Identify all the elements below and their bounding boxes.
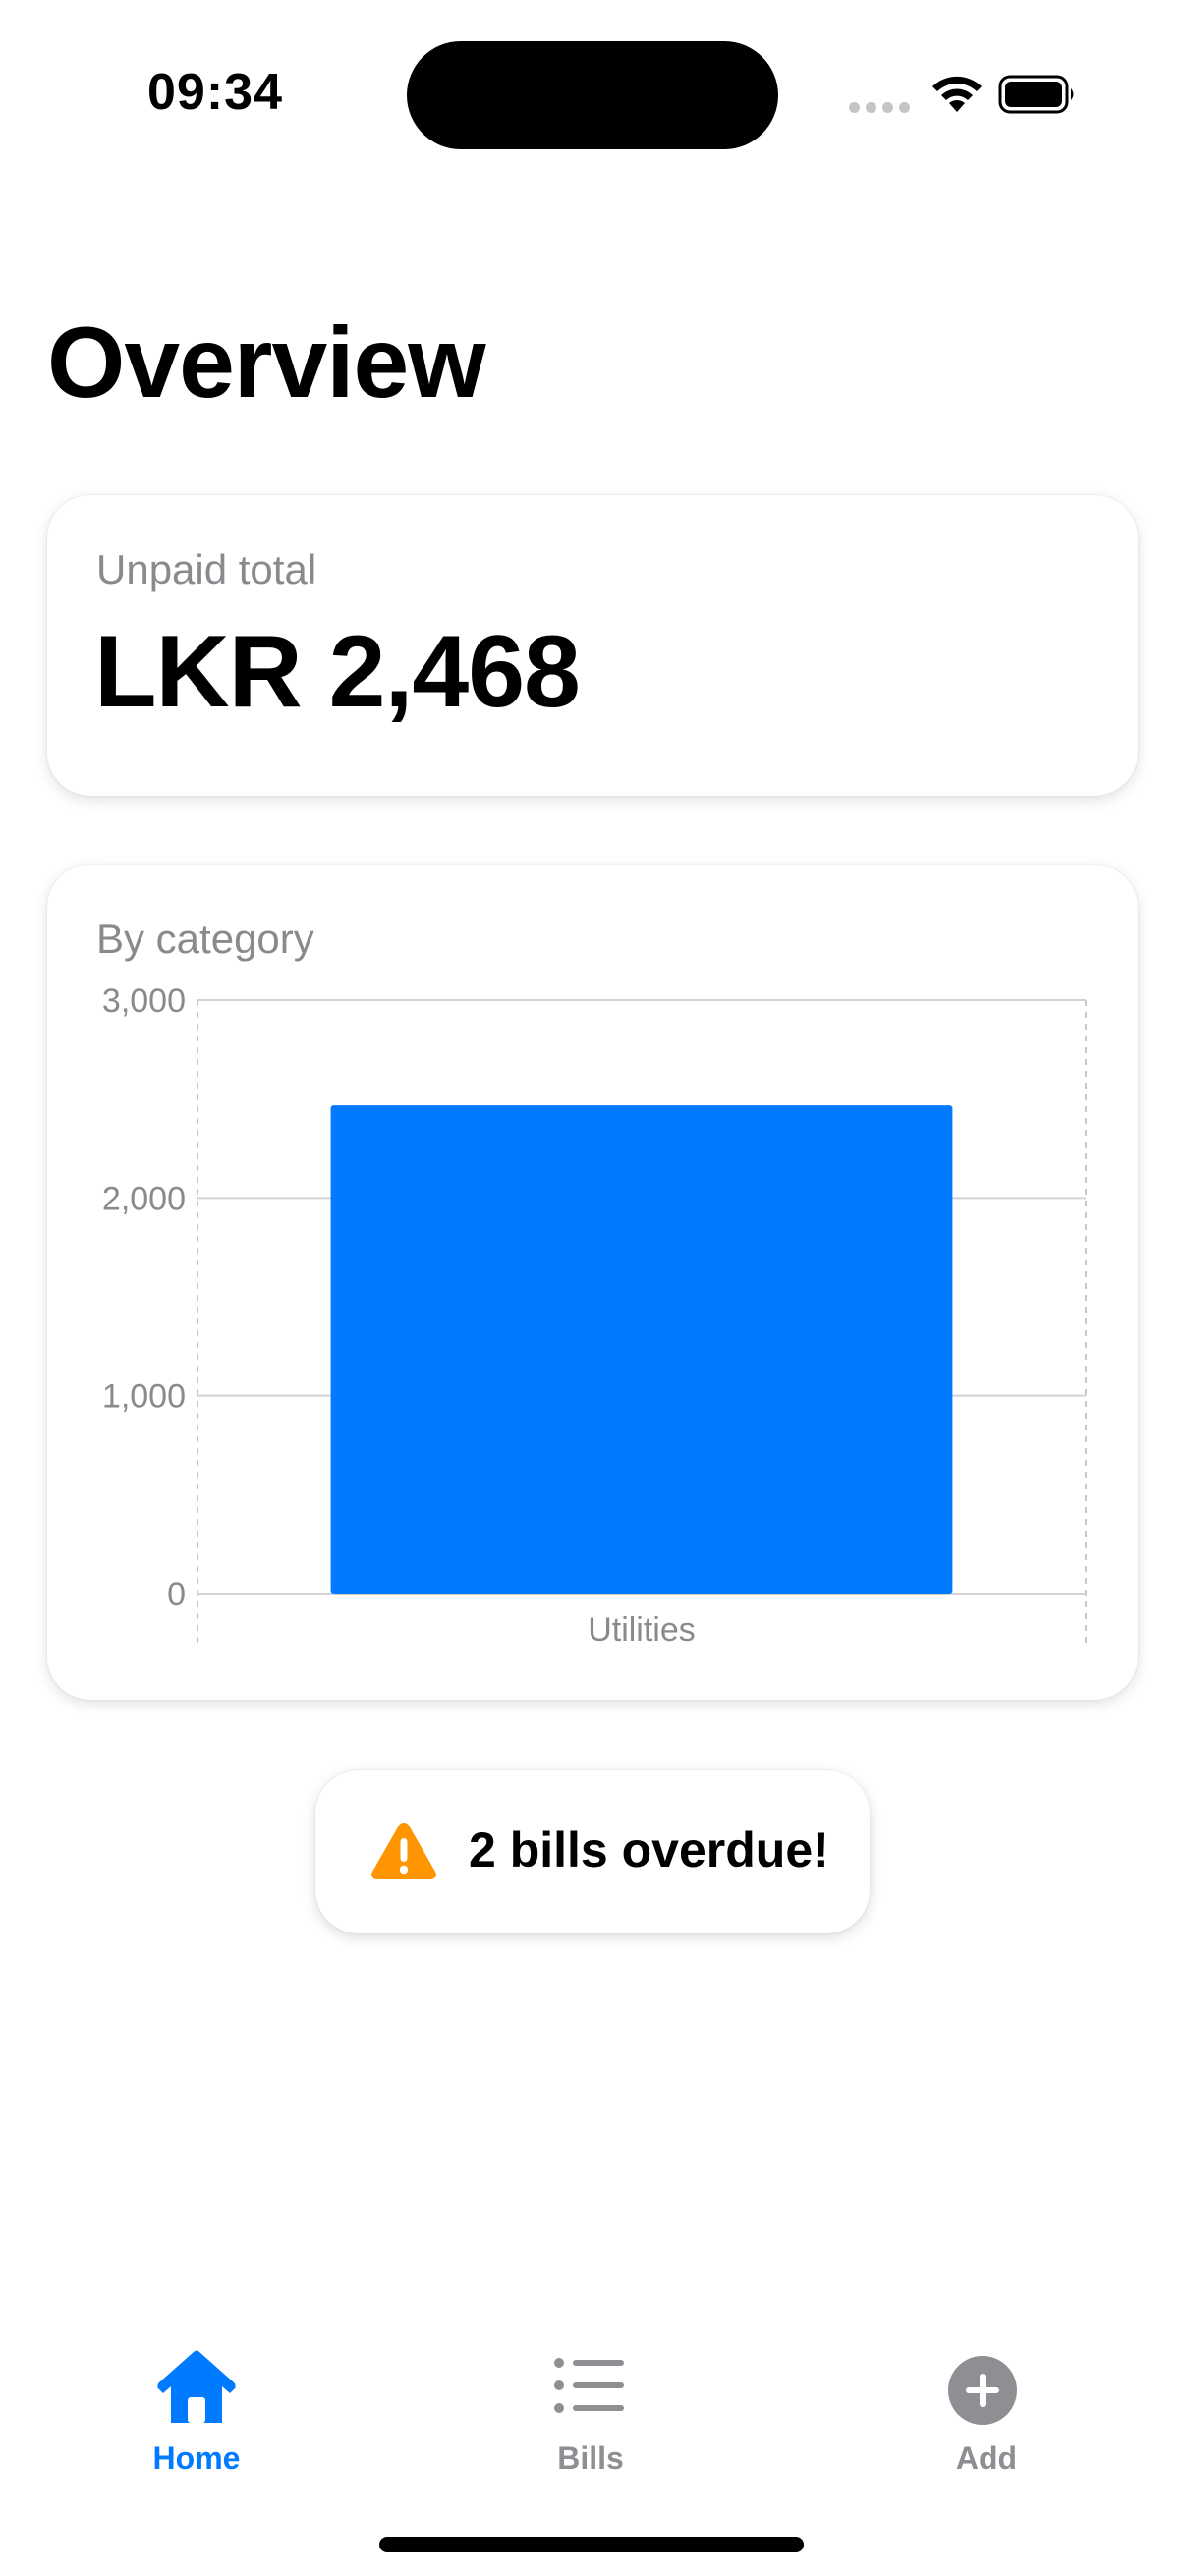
tab-bills-label: Bills xyxy=(557,2440,624,2476)
overdue-alert-text: 2 bills overdue! xyxy=(469,1822,829,1877)
y-tick-label: 2,000 xyxy=(102,1180,186,1217)
house-icon xyxy=(157,2350,236,2423)
tab-bills[interactable]: Bills xyxy=(492,2338,689,2476)
category-bar-chart: 0 1,000 2,000 3,000 Utilities xyxy=(102,982,1087,1649)
x-tick-label: Utilities xyxy=(588,1611,696,1649)
status-time: 09:34 xyxy=(147,64,283,121)
unpaid-total-amount: LKR 2,468 xyxy=(94,615,581,729)
tab-home[interactable]: Home xyxy=(98,2338,295,2476)
cellular-signal-icon xyxy=(849,102,910,113)
tab-add-label: Add xyxy=(955,2440,1018,2476)
category-chart-card: By category 0 1,000 2,000 3,000 Utilities xyxy=(47,865,1138,1700)
list-icon xyxy=(554,2358,624,2413)
tab-home-label: Home xyxy=(152,2440,241,2476)
unpaid-total-card: Unpaid total LKR 2,468 xyxy=(47,495,1138,796)
warning-icon xyxy=(371,1823,436,1879)
tab-add[interactable]: Add xyxy=(888,2338,1085,2476)
battery-icon xyxy=(998,75,1074,114)
home-indicator[interactable] xyxy=(379,2537,804,2552)
overdue-alert[interactable]: 2 bills overdue! xyxy=(315,1770,870,1933)
y-tick-label: 0 xyxy=(167,1576,186,1613)
unpaid-total-caption: Unpaid total xyxy=(96,546,317,592)
wifi-icon xyxy=(932,76,982,112)
page-title: Overview xyxy=(47,307,486,419)
y-tick-label: 3,000 xyxy=(102,982,186,1020)
plus-circle-icon xyxy=(948,2356,1017,2425)
dynamic-island xyxy=(407,41,778,149)
y-tick-label: 1,000 xyxy=(102,1378,186,1416)
chart-bar xyxy=(330,1105,953,1594)
